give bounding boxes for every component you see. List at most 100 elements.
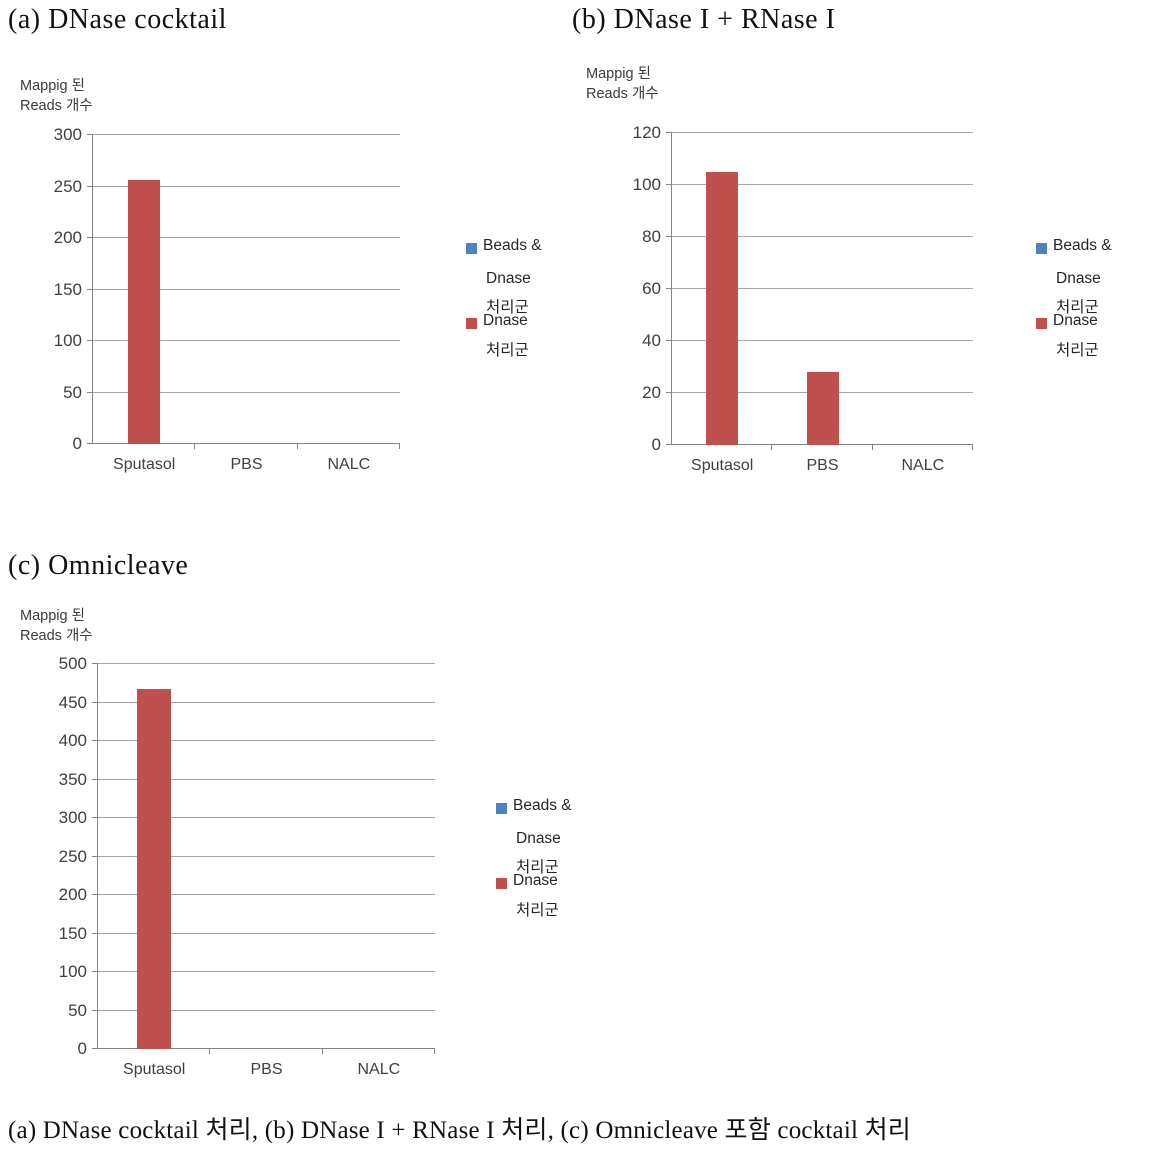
legend-series2-label: Dnase — [483, 312, 528, 329]
y-axis-tick-label: 80 — [642, 227, 661, 246]
legend-swatch-beads-dnase-icon — [1036, 243, 1047, 254]
legend-swatch-dnase-icon — [496, 878, 507, 889]
legend-swatch-dnase-icon — [466, 318, 477, 329]
y-axis-tick — [92, 778, 98, 780]
panel-a-axis-title: Mappig 된 Reads 개수 — [20, 76, 93, 116]
legend-swatch-beads-dnase-icon — [496, 803, 507, 814]
y-axis-tick-label: 350 — [58, 769, 87, 789]
y-axis-tick-label: 100 — [632, 175, 661, 194]
x-axis-tick — [399, 443, 400, 449]
y-axis-tick — [666, 392, 672, 393]
bar — [806, 372, 839, 445]
y-axis-tick — [92, 932, 98, 934]
legend-series1-label: Beads & — [1053, 237, 1112, 254]
y-axis-tick — [666, 444, 672, 445]
panel-b-axis-title-line2: Reads 개수 — [586, 86, 659, 102]
y-axis-tick-label: 0 — [651, 435, 661, 454]
y-axis-tick — [92, 701, 98, 703]
gridline — [93, 134, 400, 135]
y-axis-tick — [87, 237, 93, 238]
y-axis-tick — [92, 817, 98, 818]
y-axis-line — [671, 133, 672, 445]
panel-b-axis-title-line1: Mappig 된 — [586, 66, 651, 82]
panel-b-legend: Beads & Dnase 처리군 Dnase 처리군 — [1036, 238, 1167, 363]
y-axis-tick-label: 250 — [53, 176, 82, 196]
panel-b-title: (b) DNase I + RNase I — [572, 4, 836, 35]
panel-a-axis-title-line2: Reads 개수 — [20, 98, 93, 114]
x-axis-tick-label: NALC — [901, 457, 945, 474]
x-axis-tick-label: NALC — [357, 1061, 401, 1078]
y-axis-tick — [87, 391, 93, 393]
x-axis-tick — [296, 443, 298, 449]
y-axis-tick-label: 50 — [63, 382, 82, 402]
y-axis-tick-label: 400 — [58, 731, 87, 750]
y-axis-tick-label: 120 — [632, 123, 661, 142]
y-axis-tick — [666, 184, 672, 185]
panel-c-axis-title: Mappig 된 Reads 개수 — [20, 606, 93, 646]
legend-series1-line2-label: Dnase — [516, 830, 561, 847]
legend-series1-line2-label: Dnase — [486, 270, 531, 287]
y-axis-tick — [87, 134, 93, 135]
panel-c-legend: Beads & Dnase 처리군 Dnase 처리군 — [496, 798, 646, 928]
y-axis-tick-label: 0 — [72, 434, 82, 453]
y-axis-tick-label: 200 — [58, 885, 87, 904]
panel-a-axis-title-line1: Mappig 된 — [20, 78, 85, 94]
bar — [128, 180, 161, 444]
y-axis-tick-label: 450 — [58, 692, 87, 712]
y-axis-tick-label: 20 — [642, 383, 661, 402]
legend-series1-label: Beads & — [483, 237, 542, 254]
legend-series2-line2-label: 처리군 — [1056, 342, 1099, 359]
x-axis-tick — [972, 444, 973, 450]
y-axis-tick — [92, 894, 98, 895]
panel-c-plot-area: 0 50 100 150 200 250 300 350 400 450 500 Sputasol PB… — [59, 654, 435, 1078]
panel-b-plot-area: 0 20 40 60 80 100 120 Sputasol PBS NALC — [633, 123, 973, 474]
legend-series1-label: Beads & — [513, 797, 572, 814]
gridline — [98, 663, 435, 664]
x-axis-tick-label: Sputasol — [691, 457, 754, 474]
x-axis-tick — [434, 1048, 435, 1054]
y-axis-tick — [87, 443, 93, 444]
x-axis-tick — [321, 1048, 323, 1054]
y-axis-tick — [87, 185, 93, 187]
x-axis-tick-label: PBS — [806, 457, 839, 474]
y-axis-tick-label: 100 — [58, 962, 87, 981]
y-axis-tick-label: 40 — [642, 331, 661, 350]
y-axis-tick — [87, 340, 93, 341]
y-axis-tick-label: 60 — [642, 279, 661, 298]
panel-a-plot-area: 0 50 100 150 200 250 300 Sputasol PBS NALC — [54, 125, 400, 473]
panel-c-axis-title-line1: Mappig 된 — [20, 608, 85, 624]
panel-b-axis-title: Mappig 된 Reads 개수 — [586, 64, 659, 104]
y-axis-line — [92, 135, 93, 444]
y-axis-line — [97, 664, 98, 1049]
y-axis-tick-label: 500 — [58, 654, 87, 673]
legend-series2-line2-label: 처리군 — [516, 902, 559, 919]
y-axis-tick — [92, 855, 98, 857]
x-axis-tick-label: NALC — [327, 456, 371, 473]
legend-swatch-dnase-icon — [1036, 318, 1047, 329]
legend-series1-line2-label: Dnase — [1056, 270, 1101, 287]
y-axis-tick-label: 200 — [53, 228, 82, 247]
x-axis-tick — [871, 444, 873, 450]
y-axis-tick-label: 150 — [53, 279, 82, 299]
y-axis-tick — [92, 1048, 98, 1049]
y-axis-tick-label: 300 — [53, 125, 82, 144]
panel-c-title: (c) Omnicleave — [8, 550, 189, 581]
panel-a-legend: Beads & Dnase 처리군 Dnase 처리군 — [466, 238, 616, 363]
panel-c-axis-title-line2: Reads 개수 — [20, 628, 93, 644]
legend-series2-label: Dnase — [513, 872, 558, 889]
y-axis-tick — [87, 288, 93, 290]
y-axis-tick — [92, 740, 98, 741]
bar — [706, 172, 739, 445]
y-axis-tick — [666, 132, 672, 133]
legend-series2-line2-label: 처리군 — [486, 342, 529, 359]
y-axis-tick-label: 100 — [53, 331, 82, 350]
bar — [137, 689, 172, 1049]
panel-a-title: (a) DNase cocktail — [8, 4, 227, 35]
x-axis-tick-label: Sputasol — [123, 1061, 186, 1078]
y-axis-tick-label: 0 — [77, 1039, 87, 1058]
y-axis-tick-label: 50 — [68, 1000, 87, 1020]
legend-series2-label: Dnase — [1053, 312, 1098, 329]
legend-swatch-beads-dnase-icon — [466, 243, 477, 254]
x-axis-tick — [194, 443, 196, 449]
y-axis-tick-label: 250 — [58, 846, 87, 866]
